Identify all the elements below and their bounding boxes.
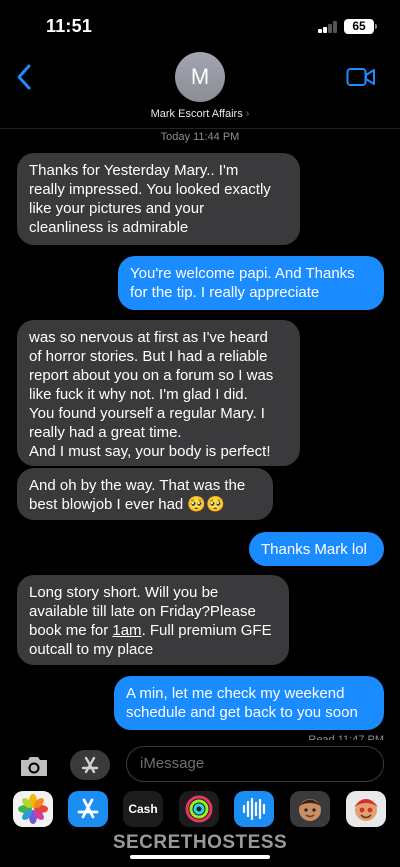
app-store-icon[interactable] [68,791,108,827]
home-indicator[interactable] [130,855,270,859]
message-bubble-incoming[interactable]: Thanks for Yesterday Mary.. I'm really i… [17,153,300,245]
status-time: 11:51 [46,16,93,36]
message-line: And I must say, your body is perfect! [29,443,271,460]
battery-icon: 65 [344,19,374,34]
message-bubble-incoming[interactable]: Long story short. Will you be available … [17,575,289,665]
read-receipt: Read 11:47 PM [308,734,384,740]
memoji-stickers-icon[interactable] [346,791,386,827]
imessage-input[interactable]: iMessage [126,746,384,782]
message-text: book me for [29,622,113,639]
message-line: available till late on Friday?Please [29,603,256,620]
message-bubble-outgoing[interactable]: You're welcome papi. And Thanks for the … [118,256,384,310]
message-line: best blowjob I ever had 🥺🥺 [29,496,225,513]
message-bubble-incoming[interactable]: was so nervous at first as I've heard of… [17,320,300,466]
contact-name[interactable]: Mark Escort Affairs › [0,108,400,120]
video-camera-icon[interactable] [346,66,376,88]
contact-avatar[interactable]: M [175,52,225,102]
message-line: for the tip. I really appreciate [130,284,320,301]
message-line: Thanks for Yesterday Mary.. I'm [29,162,239,179]
message-line: outcall to my place [29,641,154,658]
message-line: Long story short. Will you be [29,584,219,601]
message-line: really impressed. You looked exactly [29,181,271,198]
battery-tip [375,24,377,29]
message-line: like your pictures and your [29,200,205,217]
conversation-header: M Mark Escort Affairs › [0,50,400,128]
header-divider [0,128,400,129]
message-line: like fuck it why not. I'm glad I did. [29,386,248,403]
message-line: schedule and get back to you soon [126,704,358,721]
message-bubble-outgoing[interactable]: A min, let me check my weekend schedule … [114,676,384,730]
message-line: You're welcome papi. And Thanks [130,265,355,282]
message-bubble-incoming[interactable]: And oh by the way. That was the best blo… [17,468,273,520]
message-line: cleanliness is admirable [29,219,189,236]
photos-icon[interactable] [13,791,53,827]
chevron-right-icon: › [245,108,250,120]
message-line: of horror stories. But I had a reliable [29,348,268,365]
camera-icon[interactable] [18,754,50,778]
message-line: Thanks Mark lol [261,541,367,558]
message-line: A min, let me check my weekend [126,685,345,702]
message-line: And oh by the way. That was the [29,477,246,494]
status-bar: 11:51 65 [0,0,400,50]
apple-cash-icon[interactable]: Cash [123,791,163,827]
contact-name-label: Mark Escort Affairs [150,108,243,120]
message-line: You found yourself a regular Mary. I [29,405,265,422]
app-drawer: Cash [0,787,400,832]
audio-message-icon[interactable] [234,791,274,827]
cash-label: Cash [128,802,158,816]
message-input-bar: iMessage [0,744,400,786]
chevron-left-icon[interactable] [14,62,36,92]
message-bubble-outgoing[interactable]: Thanks Mark lol [249,532,384,566]
message-line: was so nervous at first as I've heard [29,329,268,346]
message-timestamp: Today 11:44 PM [160,131,240,143]
watermark-text: SECRETHOSTESS [112,832,288,853]
detected-time-link[interactable]: 1am [112,622,141,639]
activity-icon[interactable] [179,791,219,827]
cellular-signal-icon [318,21,338,33]
memoji-icon[interactable] [290,791,330,827]
message-line: report about you on a forum so I was [29,367,274,384]
message-text: . Full premium GFE [141,622,272,639]
message-line: book me for 1am. Full premium GFE [29,621,277,640]
message-line: really had a great time. [29,424,182,441]
app-store-icon[interactable] [70,750,110,780]
